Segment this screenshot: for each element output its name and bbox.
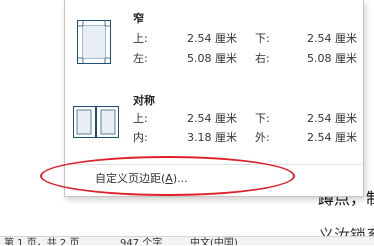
value-top: 2.54 厘米 — [187, 112, 237, 125]
value-bottom: 2.54 厘米 — [307, 32, 357, 45]
value-right: 5.08 厘米 — [307, 52, 357, 65]
label-top: 上: — [133, 112, 148, 125]
label-bottom: 下: — [255, 112, 270, 125]
label-outside: 外: — [255, 131, 270, 144]
label-left: 左: — [133, 52, 148, 65]
label-right: 右: — [255, 52, 270, 65]
label-bottom: 下: — [255, 32, 270, 45]
margin-option-narrow[interactable]: 窄 上: 2.54 厘米 下: 2.54 厘米 左: 5.08 厘米 右: 5.… — [65, 0, 363, 82]
option-title: 对称 — [133, 94, 155, 107]
value-outside: 2.54 厘米 — [307, 131, 357, 144]
label-inside: 内: — [133, 131, 148, 144]
value-left: 5.08 厘米 — [187, 52, 237, 65]
page-margin-narrow-icon — [77, 20, 111, 64]
option-title: 窄 — [133, 12, 144, 25]
label-top: 上: — [133, 32, 148, 45]
page-margin-mirrored-icon — [73, 106, 119, 138]
margin-option-mirrored[interactable]: 对称 上: 2.54 厘米 下: 2.54 厘米 内: 3.18 厘米 外: 2… — [65, 84, 363, 160]
red-highlight-ellipse — [40, 156, 295, 196]
value-bottom: 2.54 厘米 — [307, 112, 357, 125]
value-inside: 3.18 厘米 — [187, 131, 237, 144]
value-top: 2.54 厘米 — [187, 32, 237, 45]
